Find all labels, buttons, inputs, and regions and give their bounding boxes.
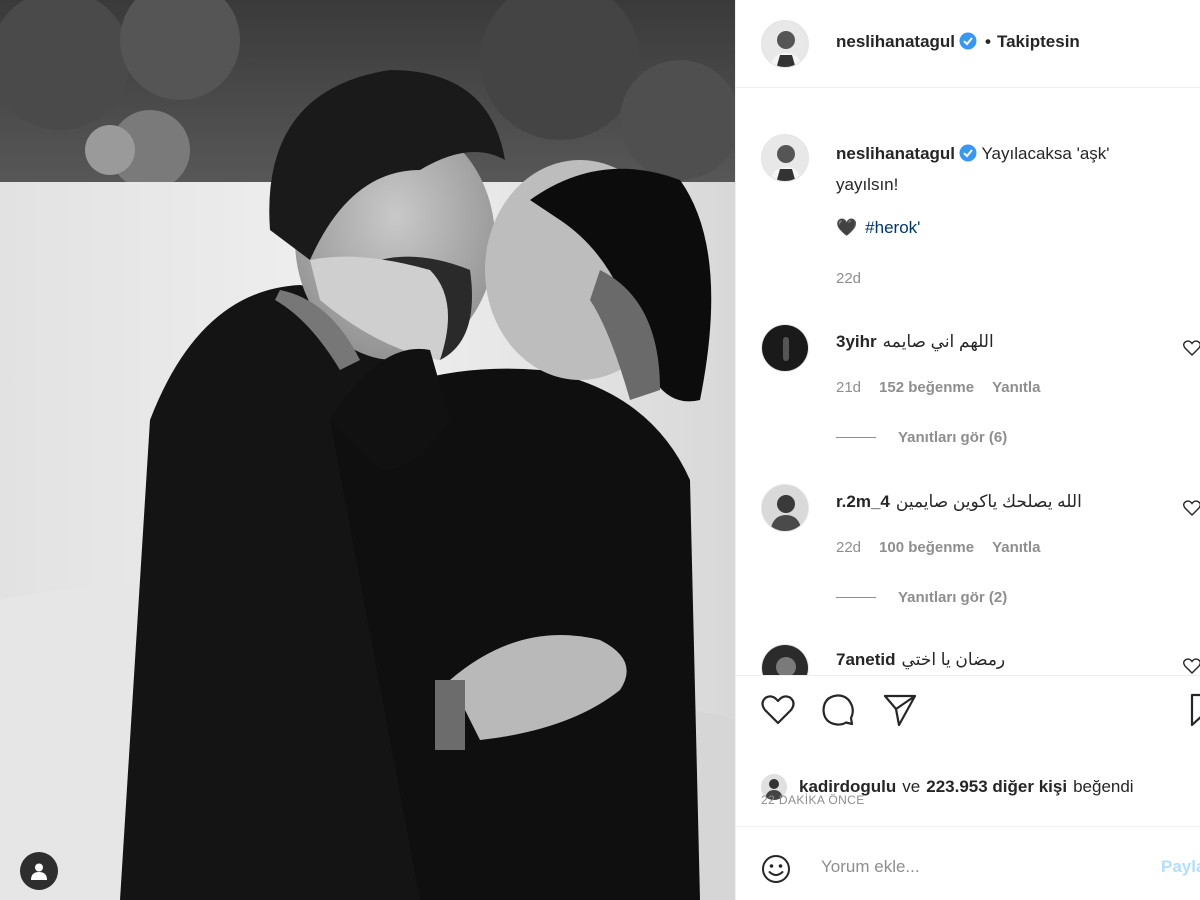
comment-time[interactable]: 22d	[836, 539, 861, 556]
replies-divider	[836, 597, 876, 598]
post-comment-button[interactable]: Paylaş	[1161, 857, 1200, 877]
hashtag-link[interactable]: #herok'	[865, 218, 920, 238]
comment-button[interactable]	[820, 692, 856, 728]
caption-hashtag-line: 🖤 #herok'	[836, 218, 920, 238]
commenter-avatar[interactable]	[761, 484, 809, 532]
replies-divider	[836, 437, 876, 438]
likes-connector: ve	[902, 777, 921, 796]
heart-icon	[1183, 340, 1200, 356]
separator-dot: •	[985, 32, 991, 51]
comment-input[interactable]: Yorum ekle...	[821, 857, 920, 877]
commenter-avatar[interactable]	[761, 324, 809, 372]
comment-time[interactable]: 21d	[836, 379, 861, 396]
post-header: neslihanatagul • Takiptesin	[736, 0, 1200, 88]
caption-username[interactable]: neslihanatagul	[836, 144, 955, 163]
commenter-username[interactable]: 7anetid	[836, 650, 896, 669]
commenter-username[interactable]: r.2m_4	[836, 492, 890, 511]
header-name-line: neslihanatagul • Takiptesin	[836, 32, 1080, 55]
paper-plane-icon	[883, 694, 917, 727]
author-username[interactable]: neslihanatagul	[836, 32, 955, 51]
black-heart-emoji: 🖤	[836, 218, 858, 237]
comment-like-button[interactable]	[1183, 500, 1200, 521]
comment-text: اللهم اني صايمه	[882, 332, 994, 351]
caption-text: neslihanatagul Yayılacaksa 'aşk' yayılsı…	[836, 140, 1176, 199]
comment-meta: 21d 152 beğenme Yanıtla	[836, 379, 1058, 396]
comment-line: 7anetid رمضان يا اختي	[836, 650, 1005, 670]
save-button[interactable]	[1186, 692, 1200, 728]
follow-status[interactable]: Takiptesin	[997, 32, 1080, 51]
bookmark-icon	[1190, 693, 1200, 727]
comment-composer: Yorum ekle... Paylaş	[736, 826, 1200, 900]
comment-icon	[822, 694, 854, 726]
user-tag-icon	[31, 863, 47, 880]
comment-text: الله يصلحك ياكوين صايمين	[895, 492, 1082, 511]
like-button[interactable]	[760, 692, 796, 728]
heart-icon	[1183, 658, 1200, 674]
verified-badge-icon	[959, 143, 977, 171]
comment-line: 3yihr اللهم اني صايمه	[836, 332, 994, 352]
comment-line: r.2m_4 الله يصلحك ياكوين صايمين	[836, 492, 1082, 512]
comment-likes[interactable]: 152 beğenme	[879, 379, 974, 396]
commenter-username[interactable]: 3yihr	[836, 332, 877, 351]
couple-kissing-photo	[0, 0, 735, 900]
comment-like-button[interactable]	[1183, 340, 1200, 361]
user-tag-button[interactable]	[20, 852, 58, 890]
heart-icon	[761, 695, 795, 725]
caption-text-line2: yayılsın!	[836, 175, 899, 194]
reply-button[interactable]: Yanıtla	[992, 379, 1040, 396]
caption-text-line1: Yayılacaksa 'aşk'	[981, 144, 1110, 163]
verified-badge-icon	[959, 32, 977, 55]
caption-time[interactable]: 22d	[836, 270, 861, 287]
likes-suffix: beğendi	[1073, 777, 1134, 796]
smiley-icon	[762, 855, 790, 883]
caption-avatar[interactable]	[761, 134, 809, 182]
view-replies-label: Yanıtları gör (6)	[898, 429, 1008, 446]
heart-icon	[1183, 500, 1200, 516]
comment-meta: 22d 100 beğenme Yanıtla	[836, 539, 1058, 556]
post-timestamp[interactable]: 22 DAKİKA ÖNCE	[761, 793, 865, 807]
comment-likes[interactable]: 100 beğenme	[879, 539, 974, 556]
post-photo[interactable]	[0, 0, 735, 900]
likes-count[interactable]: 223.953 diğer kişi	[926, 777, 1067, 797]
reply-button[interactable]: Yanıtla	[992, 539, 1040, 556]
emoji-button[interactable]	[761, 854, 791, 889]
comment-text: رمضان يا اختي	[901, 650, 1006, 669]
share-button[interactable]	[882, 692, 918, 728]
view-replies-button[interactable]: Yanıtları gör (6)	[836, 429, 1007, 446]
author-avatar[interactable]	[761, 20, 809, 68]
post-actions: kadirdogulu ve 223.953 diğer kişi beğendi 2…	[736, 675, 1200, 900]
view-replies-button[interactable]: Yanıtları gör (2)	[836, 589, 1007, 606]
view-replies-label: Yanıtları gör (2)	[898, 589, 1008, 606]
post-details-panel: neslihanatagul • Takiptesin neslihanatagul…	[735, 0, 1200, 900]
